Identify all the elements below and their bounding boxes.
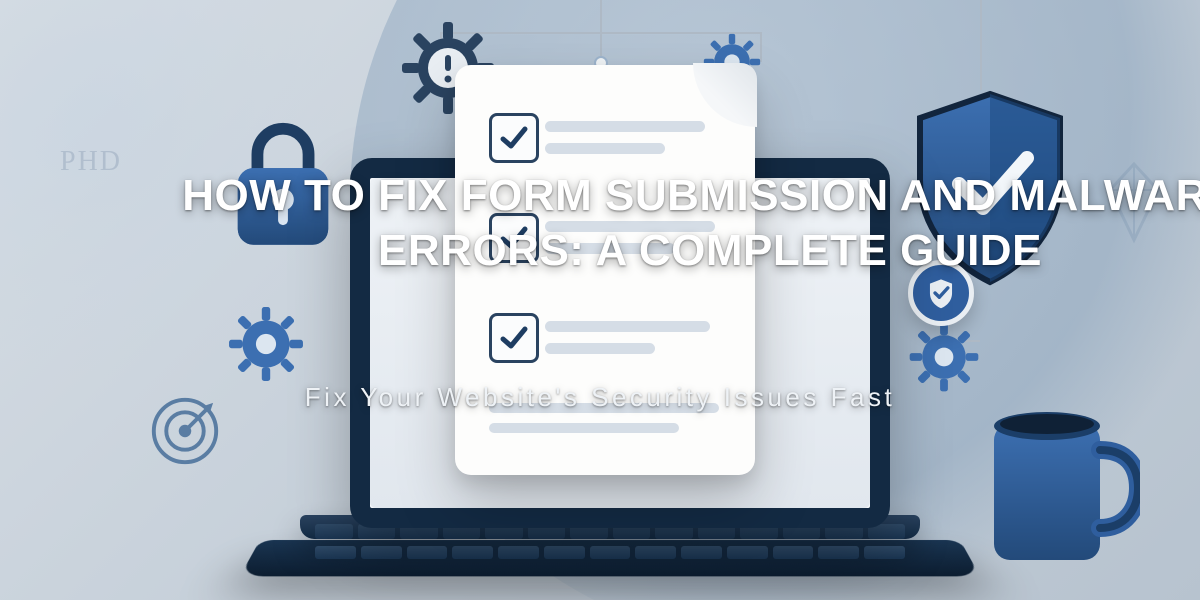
- shield-check-icon: [905, 88, 1075, 288]
- checkbox-checked-icon: [489, 113, 539, 163]
- text-line: [545, 321, 710, 332]
- checkbox-checked-icon: [489, 313, 539, 363]
- coffee-mug-icon: [980, 400, 1140, 580]
- connector-line: [980, 0, 982, 90]
- document-checklist: [455, 65, 755, 475]
- text-line: [489, 403, 719, 413]
- gear-icon: [905, 318, 983, 396]
- hero-banner: PHD: [0, 0, 1200, 600]
- text-line: [545, 143, 665, 154]
- text-line: [545, 343, 655, 354]
- keyboard-row: [315, 546, 905, 559]
- decorative-text-phd: PHD: [60, 146, 122, 178]
- text-line: [545, 243, 675, 254]
- page-curl: [693, 63, 757, 127]
- text-line: [545, 221, 715, 232]
- decorative-glyph-icon: [1104, 160, 1164, 244]
- text-line: [545, 121, 705, 132]
- target-icon: [146, 392, 224, 470]
- lock-icon: [224, 115, 342, 253]
- shield-check-badge-icon: [908, 260, 974, 326]
- checkbox-checked-icon: [489, 213, 539, 263]
- text-line: [489, 423, 679, 433]
- gear-icon: [224, 302, 308, 386]
- connector-line: [600, 0, 602, 60]
